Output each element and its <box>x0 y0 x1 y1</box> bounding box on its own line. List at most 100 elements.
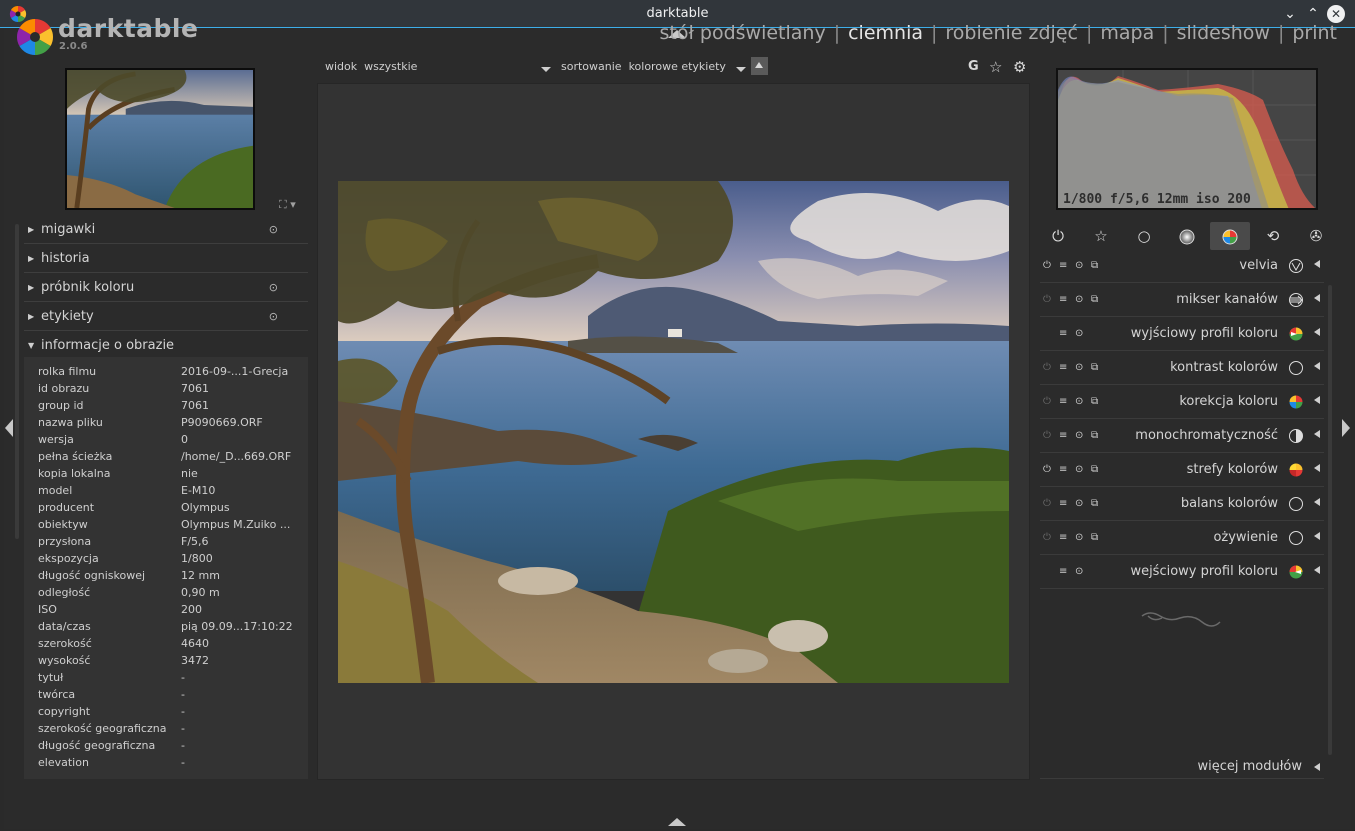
expand-arrow-icon[interactable] <box>1314 362 1320 370</box>
reset-icon[interactable]: ⊙ <box>1075 294 1083 305</box>
right-panel-toggle-arrow-icon[interactable] <box>1342 419 1350 437</box>
instances-icon[interactable]: ⧉ <box>1091 464 1098 475</box>
grouping-button[interactable]: G <box>968 59 979 74</box>
presets-menu-icon[interactable]: ≡ <box>1059 464 1067 475</box>
module-snapshots[interactable]: ▶ migawki ⊙ <box>24 216 308 244</box>
expand-arrow-icon[interactable] <box>1314 566 1320 574</box>
expand-arrow-icon[interactable] <box>1314 464 1320 472</box>
expand-arrow-icon[interactable] <box>1314 328 1320 336</box>
power-toggle-icon[interactable]: ⏻ <box>1043 498 1051 509</box>
thumbnail-controls-icon[interactable]: ⛶ ▾ <box>279 198 296 212</box>
module-output-color-profile[interactable]: ≡ ⊙ wyjściowy profil koloru <box>1040 318 1324 351</box>
more-modules[interactable]: więcej modułów <box>1040 757 1324 779</box>
power-toggle-icon[interactable]: ⏻ <box>1043 294 1051 305</box>
expand-arrow-icon[interactable] <box>1314 294 1320 302</box>
expand-arrow-icon[interactable] <box>1314 396 1320 404</box>
presets-menu-icon[interactable]: ≡ <box>1059 294 1067 305</box>
reset-icon[interactable]: ⊙ <box>1075 532 1083 543</box>
expand-arrow-icon[interactable] <box>1314 430 1320 438</box>
histogram[interactable]: 1/800 f/5,6 12mm iso 200 <box>1056 68 1318 210</box>
reset-icon[interactable]: ⊙ <box>1075 260 1083 271</box>
module-color-zones[interactable]: ⏻ ≡ ⊙ ⧉ strefy kolorów <box>1040 454 1324 487</box>
overlay-star-icon[interactable]: ☆ <box>989 58 1002 76</box>
module-label: informacje o obrazie <box>41 338 175 353</box>
group-correct[interactable]: ⟲ <box>1253 222 1293 250</box>
view-map[interactable]: mapa <box>1094 22 1160 44</box>
module-history[interactable]: ▶ historia <box>24 245 308 273</box>
module-color-picker[interactable]: ▶ próbnik koloru ⊙ <box>24 274 308 302</box>
view-lighttable[interactable]: stół podświetlany <box>653 22 831 44</box>
module-color-correction[interactable]: ⏻ ≡ ⊙ ⧉ korekcja koloru <box>1040 386 1324 419</box>
group-active-modules[interactable]: ⏻ <box>1038 222 1078 250</box>
power-toggle-icon[interactable]: ⏻ <box>1043 464 1051 475</box>
expand-arrow-icon[interactable] <box>1314 260 1320 268</box>
presets-menu-icon[interactable]: ≡ <box>1059 328 1067 339</box>
presets-menu-icon[interactable]: ≡ <box>1059 566 1067 577</box>
module-color-balance[interactable]: ⏻ ≡ ⊙ ⧉ balans kolorów <box>1040 488 1324 521</box>
group-basic[interactable]: ○ <box>1124 222 1164 250</box>
instances-icon[interactable]: ⧉ <box>1091 396 1098 407</box>
view-filter-dropdown[interactable] <box>541 62 551 75</box>
reset-icon[interactable]: ⊙ <box>269 223 278 236</box>
power-toggle-icon[interactable]: ⏻ <box>1043 430 1051 441</box>
expand-arrow-icon[interactable] <box>1314 532 1320 540</box>
power-toggle-icon[interactable]: ⏻ <box>1043 260 1051 271</box>
instances-icon[interactable]: ⧉ <box>1091 498 1098 509</box>
view-darkroom[interactable]: ciemnia <box>842 22 929 44</box>
power-toggle-icon[interactable]: ⏻ <box>1043 362 1051 373</box>
sort-order[interactable]: sortowanie kolorowe etykiety <box>561 60 726 73</box>
minimize-button[interactable]: ⌄ <box>1280 4 1300 24</box>
maximize-button[interactable]: ⌃ <box>1303 4 1323 24</box>
power-toggle-icon[interactable]: ⏻ <box>1043 532 1051 543</box>
edited-photo[interactable] <box>338 181 1009 683</box>
reset-icon[interactable]: ⊙ <box>269 281 278 294</box>
reset-icon[interactable]: ⊙ <box>1075 464 1083 475</box>
reset-icon[interactable]: ⊙ <box>269 310 278 323</box>
reset-icon[interactable]: ⊙ <box>1075 328 1083 339</box>
view-tethering[interactable]: robienie zdjęć <box>939 22 1084 44</box>
module-input-color-profile[interactable]: ≡ ⊙ wejściowy profil koloru <box>1040 556 1324 589</box>
presets-menu-icon[interactable]: ≡ <box>1059 362 1067 373</box>
power-toggle-icon[interactable]: ⏻ <box>1043 396 1051 407</box>
group-effect[interactable]: ✇ <box>1296 222 1336 250</box>
presets-menu-icon[interactable]: ≡ <box>1059 430 1067 441</box>
presets-menu-icon[interactable]: ≡ <box>1059 532 1067 543</box>
group-tone[interactable] <box>1167 222 1207 250</box>
bottom-panel-toggle-arrow-icon[interactable] <box>668 818 686 826</box>
module-vibrance[interactable]: ⏻ ≡ ⊙ ⧉ ożywienie <box>1040 522 1324 555</box>
close-button[interactable]: ✕ <box>1327 5 1345 23</box>
presets-menu-icon[interactable]: ≡ <box>1059 260 1067 271</box>
group-color[interactable] <box>1210 222 1250 250</box>
module-channel-mixer[interactable]: ⏻ ≡ ⊙ ⧉ mikser kanałów <box>1040 284 1324 317</box>
sort-direction-button[interactable] <box>751 57 768 75</box>
info-key: copyright <box>38 705 91 718</box>
presets-menu-icon[interactable]: ≡ <box>1059 498 1067 509</box>
instances-icon[interactable]: ⧉ <box>1091 430 1098 441</box>
instances-icon[interactable]: ⧉ <box>1091 532 1098 543</box>
instances-icon[interactable]: ⧉ <box>1091 294 1098 305</box>
presets-menu-icon[interactable]: ≡ <box>1059 396 1067 407</box>
view-slideshow[interactable]: slideshow <box>1171 22 1276 44</box>
group-favorites[interactable]: ☆ <box>1081 222 1121 250</box>
module-image-information[interactable]: ▼ informacje o obrazie <box>24 332 308 360</box>
right-panel-scrollbar[interactable] <box>1328 285 1332 755</box>
reset-icon[interactable]: ⊙ <box>1075 498 1083 509</box>
reset-icon[interactable]: ⊙ <box>1075 566 1083 577</box>
expand-arrow-icon[interactable] <box>1314 498 1320 506</box>
sort-dropdown[interactable] <box>736 62 746 75</box>
reset-icon[interactable]: ⊙ <box>1075 396 1083 407</box>
navigation-thumbnail[interactable] <box>65 68 255 210</box>
preferences-gear-icon[interactable]: ⚙ <box>1013 58 1026 76</box>
module-velvia[interactable]: ⏻ ≡ ⊙ ⧉ velvia <box>1040 250 1324 283</box>
module-color-contrast[interactable]: ⏻ ≡ ⊙ ⧉ kontrast kolorów <box>1040 352 1324 385</box>
view-print[interactable]: print <box>1286 22 1343 44</box>
instances-icon[interactable]: ⧉ <box>1091 260 1098 271</box>
left-panel-toggle-arrow-icon[interactable] <box>5 419 13 437</box>
module-monochrome[interactable]: ⏻ ≡ ⊙ ⧉ monochromatyczność <box>1040 420 1324 453</box>
reset-icon[interactable]: ⊙ <box>1075 362 1083 373</box>
module-tagging[interactable]: ▶ etykiety ⊙ <box>24 303 308 331</box>
left-panel-scrollbar[interactable] <box>15 224 19 539</box>
instances-icon[interactable]: ⧉ <box>1091 362 1098 373</box>
view-filter[interactable]: widok wszystkie <box>325 60 417 73</box>
reset-icon[interactable]: ⊙ <box>1075 430 1083 441</box>
